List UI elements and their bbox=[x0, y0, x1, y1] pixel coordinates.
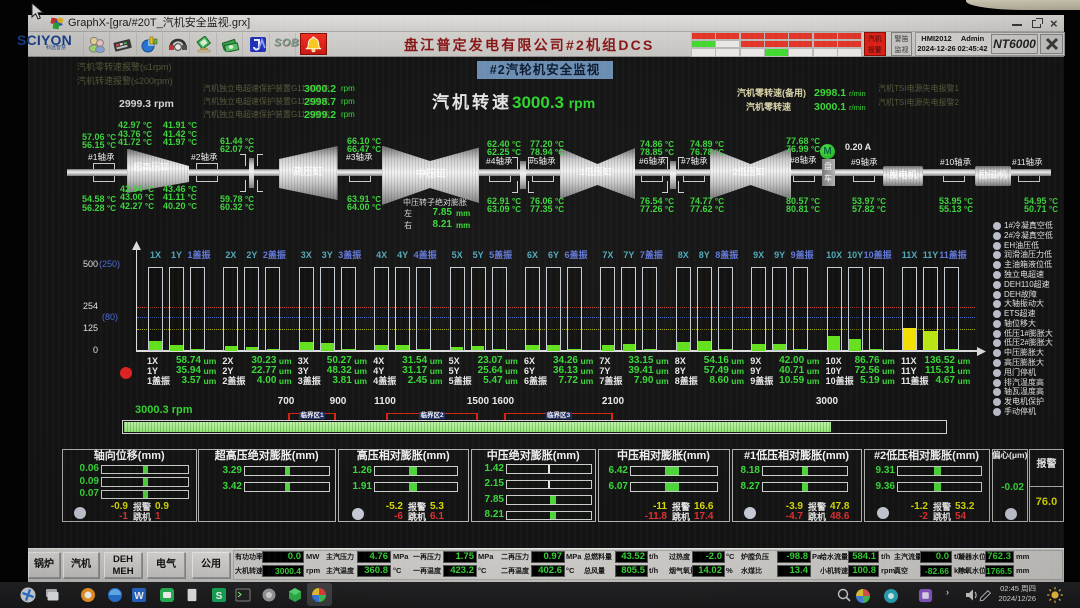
svg-text:S: S bbox=[216, 591, 223, 602]
svg-text:W: W bbox=[134, 591, 144, 602]
